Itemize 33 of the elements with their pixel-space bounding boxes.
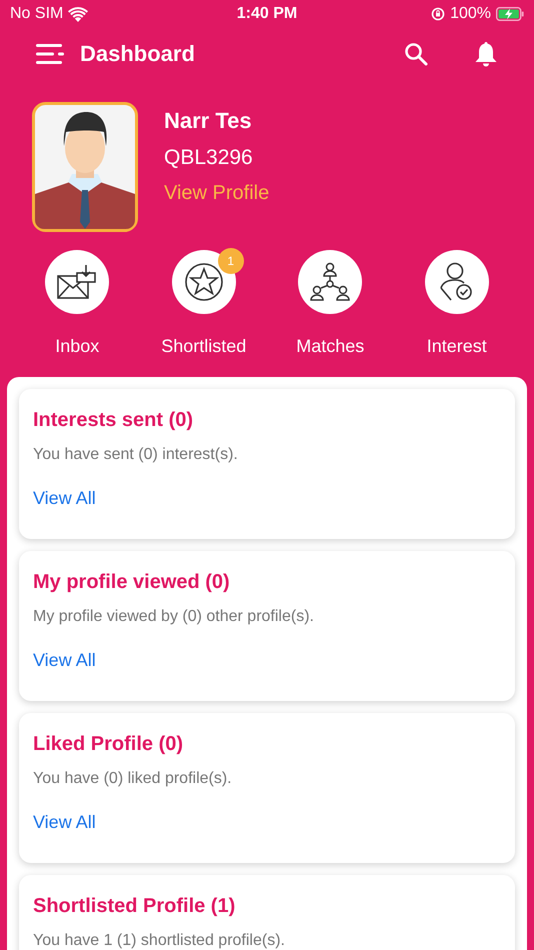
shortcut-label: Shortlisted [161,336,246,357]
wifi-icon [68,6,88,22]
clock-text: 1:40 PM [236,5,298,23]
card-title: Interests sent (0) [33,409,194,432]
shortcut-label: Inbox [55,336,100,357]
battery-charging-icon [496,7,524,21]
view-all-link[interactable]: View All [33,650,96,671]
view-all-link[interactable]: View All [33,488,96,509]
battery-text: 100% [450,5,491,23]
people-network-icon [308,262,352,302]
card-title: Liked Profile (0) [33,733,184,756]
view-all-link[interactable]: View All [33,812,96,833]
notification-bell-icon[interactable] [474,41,498,67]
view-profile-link[interactable]: View Profile [164,182,270,205]
search-icon[interactable] [404,42,428,66]
user-check-icon [438,262,475,302]
card-title: Shortlisted Profile (1) [33,895,236,918]
carrier-text: No SIM [10,5,64,23]
envelope-icon [57,264,98,300]
card-description: My profile viewed by (0) other profile(s). [33,608,314,626]
shortcut-label: Matches [296,336,364,357]
star-badge-icon [184,262,224,302]
card-title: My profile viewed (0) [33,571,230,594]
profile-id: QBL3296 [164,146,254,170]
menu-icon[interactable] [36,42,64,66]
page-title: Dashboard [80,41,196,67]
count-badge: 1 [218,248,244,274]
card-description: You have (0) liked profile(s). [33,770,232,788]
rotation-lock-icon [431,7,446,21]
card-description: You have sent (0) interest(s). [33,446,238,464]
shortcut-label: Interest [426,336,487,357]
card-description: You have 1 (1) shortlisted profile(s). [33,932,285,950]
profile-name: Narr Tes [164,108,253,134]
